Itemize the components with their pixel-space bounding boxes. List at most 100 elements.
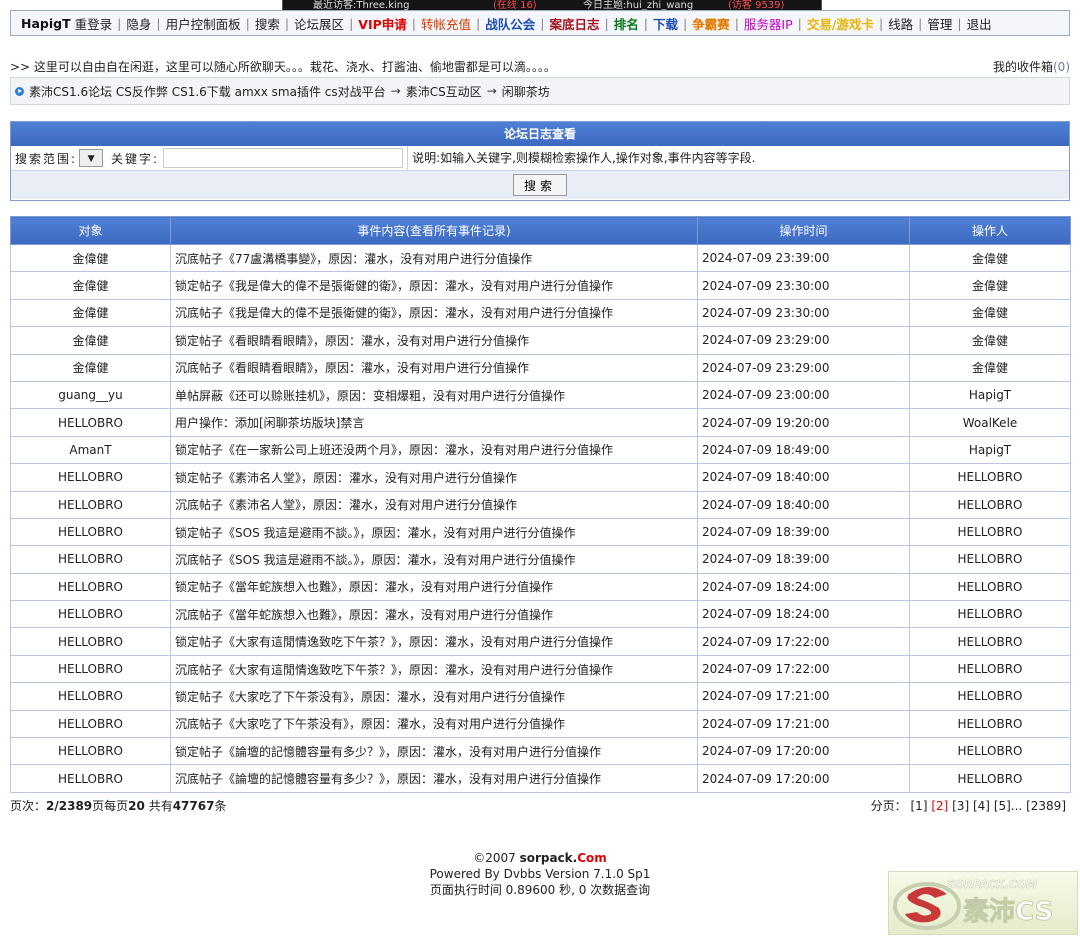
cell-operator[interactable]: 金偉健 bbox=[909, 271, 1071, 300]
cell-object[interactable]: AmanT bbox=[10, 435, 171, 465]
cell-operator[interactable]: 金偉健 bbox=[909, 326, 1071, 355]
page-link-list: [1] [2] [3] [4] [5]... [2389] bbox=[911, 799, 1067, 813]
table-row: HELLOBRO 锁定帖子《大家吃了下午茶没有》，原因：灌水，没有对用户进行分值操… bbox=[10, 682, 1071, 711]
nav-vip-apply[interactable]: VIP申请 bbox=[358, 14, 407, 33]
cell-event: 锁定帖子《SOS 我這是避雨不談。》，原因：灌水，没有对用户进行分值操作 bbox=[170, 517, 698, 547]
cell-operator[interactable]: HELLOBRO bbox=[909, 490, 1071, 519]
cell-object[interactable]: HELLOBRO bbox=[10, 764, 171, 793]
nav-download[interactable]: 下载 bbox=[653, 14, 678, 33]
cell-operator[interactable]: HELLOBRO bbox=[909, 463, 1071, 492]
recent-visitor-text: 最近访客:Three.king bbox=[313, 0, 410, 10]
cell-operator[interactable]: HELLOBRO bbox=[909, 545, 1071, 574]
cell-object[interactable]: HELLOBRO bbox=[10, 545, 171, 574]
cell-time: 2024-07-09 18:40:00 bbox=[697, 490, 910, 519]
cell-object[interactable]: 金偉健 bbox=[10, 298, 171, 328]
cell-object[interactable]: HELLOBRO bbox=[10, 654, 171, 684]
keyword-input[interactable] bbox=[163, 148, 404, 168]
cell-event: 锁定帖子《大家有這閒情逸致吃下午茶？》，原因：灌水，没有对用户进行分值操作 bbox=[170, 627, 698, 656]
table-row: HELLOBRO 沉底帖子《SOS 我這是避雨不談。》，原因：灌水，没有对用户进行… bbox=[10, 545, 1071, 574]
table-row: HELLOBRO 沉底帖子《素沛名人堂》，原因：灌水，没有对用户进行分值操作 202… bbox=[10, 490, 1071, 519]
logo-text-top: SORPACK.COM bbox=[947, 878, 1037, 891]
cell-operator[interactable]: HELLOBRO bbox=[909, 737, 1071, 766]
page-link[interactable]: [5]... bbox=[994, 799, 1022, 813]
breadcrumb-item-forum[interactable]: 素沛CS1.6论坛 CS反作弊 CS1.6下载 amxx sma插件 cs对战平… bbox=[29, 83, 386, 100]
cell-object[interactable]: HELLOBRO bbox=[10, 572, 171, 602]
per-page-label: 页每页 bbox=[92, 799, 129, 813]
cell-time: 2024-07-09 18:39:00 bbox=[697, 545, 910, 574]
nav-relogin[interactable]: 重登录 bbox=[75, 14, 113, 33]
cell-object[interactable]: HELLOBRO bbox=[10, 627, 171, 656]
cell-event: 锁定帖子《在一家新公司上班还没两个月》，原因：灌水，没有对用户进行分值操作 bbox=[170, 435, 698, 465]
page-link[interactable]: [3] bbox=[952, 799, 969, 813]
cell-object[interactable]: HELLOBRO bbox=[10, 463, 171, 492]
breadcrumb-separator: → bbox=[486, 84, 497, 98]
inbox-label[interactable]: 我的收件箱 bbox=[993, 60, 1053, 74]
cell-operator[interactable]: 金偉健 bbox=[909, 298, 1071, 328]
nav-admin[interactable]: 管理 bbox=[927, 14, 952, 33]
col-header-event[interactable]: 事件内容(查看所有事件记录) bbox=[170, 216, 698, 245]
cell-operator[interactable]: HELLOBRO bbox=[909, 654, 1071, 684]
nav-transfer-recharge[interactable]: 转帐充值 bbox=[421, 14, 471, 33]
nav-separator: | bbox=[734, 15, 739, 31]
nav-ranking[interactable]: 排名 bbox=[614, 14, 639, 33]
cell-object[interactable]: HELLOBRO bbox=[10, 408, 171, 437]
cell-operator[interactable]: HELLOBRO bbox=[909, 517, 1071, 547]
table-row: HELLOBRO 沉底帖子《當年蛇族想入也難》，原因：灌水，没有对用户进行分值操作… bbox=[10, 600, 1071, 629]
nav-username[interactable]: HapigT bbox=[21, 16, 71, 31]
breadcrumb-item-interact[interactable]: 素沛CS互动区 bbox=[406, 83, 482, 100]
cell-operator[interactable]: HELLOBRO bbox=[909, 682, 1071, 711]
nav-invisible[interactable]: 隐身 bbox=[126, 14, 151, 33]
inbox-link[interactable]: 我的收件箱(0) bbox=[993, 58, 1070, 75]
cell-object[interactable]: 金偉健 bbox=[10, 271, 171, 300]
nav-forum-showcase[interactable]: 论坛展区 bbox=[294, 14, 344, 33]
cell-time: 2024-07-09 17:21:00 bbox=[697, 682, 910, 711]
nav-control-panel[interactable]: 用户控制面板 bbox=[166, 14, 241, 33]
cell-object[interactable]: HELLOBRO bbox=[10, 682, 171, 711]
cell-operator[interactable]: HELLOBRO bbox=[909, 600, 1071, 629]
cell-object[interactable]: HELLOBRO bbox=[10, 737, 171, 766]
cell-operator[interactable]: HELLOBRO bbox=[909, 627, 1071, 656]
nav-logout[interactable]: 退出 bbox=[967, 14, 992, 33]
nav-separator: | bbox=[540, 15, 545, 31]
nav-clan-guild[interactable]: 战队公会 bbox=[485, 14, 535, 33]
cell-event: 沉底帖子《我是偉大的偉不是張衛健的衛》，原因：灌水，没有对用户进行分值操作 bbox=[170, 298, 698, 328]
breadcrumb-item-chat[interactable]: 闲聊茶坊 bbox=[502, 83, 550, 100]
cell-object[interactable]: 金偉健 bbox=[10, 243, 171, 273]
nav-route[interactable]: 线路 bbox=[888, 14, 913, 33]
nav-search[interactable]: 搜索 bbox=[255, 14, 280, 33]
page-link[interactable]: [4] bbox=[973, 799, 990, 813]
nav-trade-gamecard[interactable]: 交易/游戏卡 bbox=[807, 14, 874, 33]
cell-operator[interactable]: 金偉健 bbox=[909, 353, 1071, 382]
cell-object[interactable]: HELLOBRO bbox=[10, 490, 171, 519]
cell-object[interactable]: 金偉健 bbox=[10, 353, 171, 382]
page-link[interactable]: [2389] bbox=[1026, 799, 1066, 813]
visitor-count-text: (访客 9539) bbox=[728, 0, 785, 10]
today-topic-text: 今日主题:hui_zhi_wang bbox=[583, 0, 694, 10]
cell-operator[interactable]: HapigT bbox=[909, 380, 1071, 410]
cell-object[interactable]: HELLOBRO bbox=[10, 600, 171, 629]
cell-object[interactable]: guang__yu bbox=[10, 380, 171, 410]
cell-object[interactable]: 金偉健 bbox=[10, 326, 171, 355]
cell-time: 2024-07-09 23:00:00 bbox=[697, 380, 910, 410]
site-com[interactable]: Com bbox=[577, 851, 607, 865]
search-explain-text: 说明:如输入关键字,则模糊检索操作人,操作对象,事件内容等字段. bbox=[407, 146, 755, 170]
cell-operator[interactable]: 金偉健 bbox=[909, 243, 1071, 273]
page-link[interactable]: [2] bbox=[931, 799, 948, 813]
search-button[interactable]: 搜索 bbox=[512, 174, 567, 196]
site-name[interactable]: sorpack. bbox=[520, 851, 578, 865]
site-brand[interactable]: sorpack.Com bbox=[520, 851, 607, 865]
nav-case-log[interactable]: 案底日志 bbox=[549, 14, 599, 33]
cell-operator[interactable]: HELLOBRO bbox=[909, 572, 1071, 602]
cell-operator[interactable]: HELLOBRO bbox=[909, 764, 1071, 793]
cell-object[interactable]: HELLOBRO bbox=[10, 709, 171, 739]
cell-operator[interactable]: WoalKele bbox=[909, 408, 1071, 437]
page-link[interactable]: [1] bbox=[911, 799, 928, 813]
cell-operator[interactable]: HELLOBRO bbox=[909, 709, 1071, 739]
cell-object[interactable]: HELLOBRO bbox=[10, 517, 171, 547]
nav-server-ip[interactable]: 服务器IP bbox=[744, 14, 793, 33]
nav-tournament[interactable]: 争霸赛 bbox=[692, 14, 730, 33]
cell-operator[interactable]: HapigT bbox=[909, 435, 1071, 465]
cell-time: 2024-07-09 18:40:00 bbox=[697, 463, 910, 492]
table-row: HELLOBRO 锁定帖子《素沛名人堂》，原因：灌水，没有对用户进行分值操作 202… bbox=[10, 463, 1071, 492]
scope-dropdown[interactable]: ▼ bbox=[79, 149, 104, 167]
